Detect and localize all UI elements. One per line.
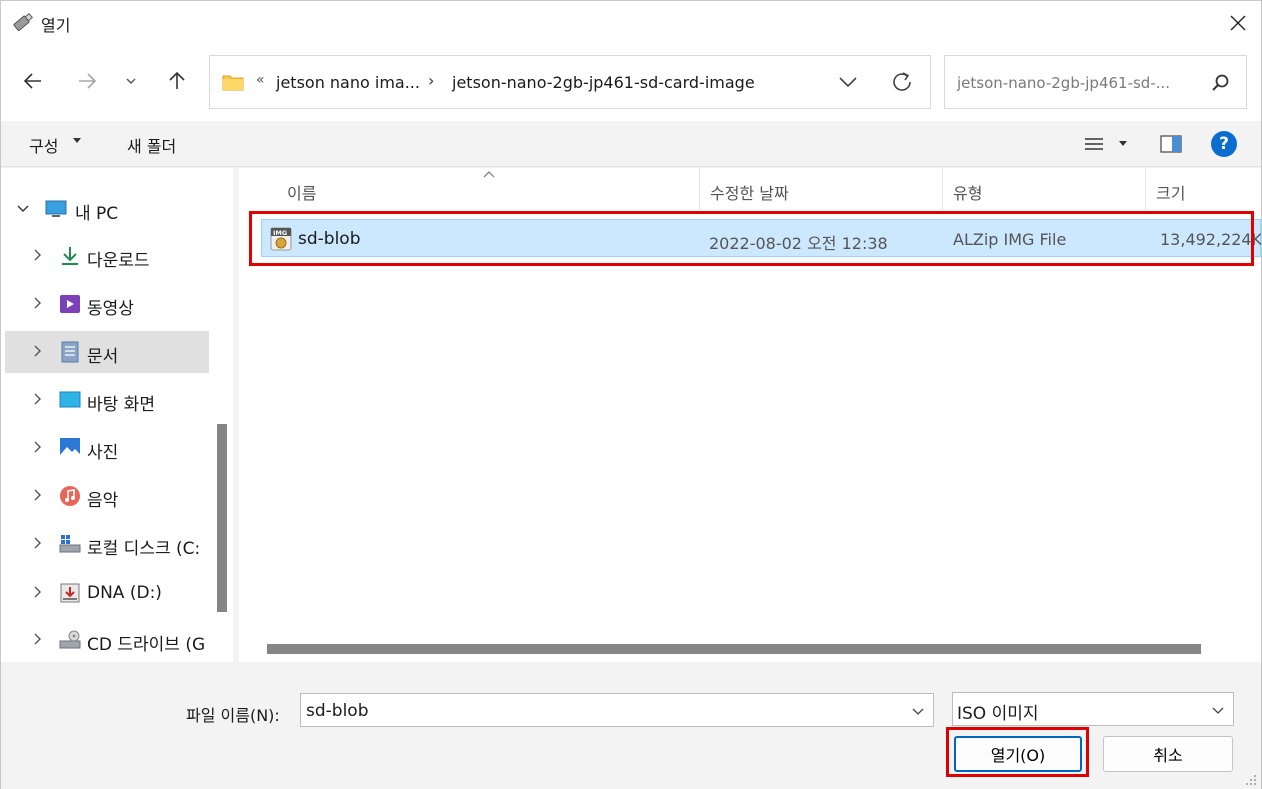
sidebar-item-label: 내 PC bbox=[75, 204, 119, 224]
column-divider[interactable] bbox=[699, 168, 700, 210]
sidebar-item-local-disk-c[interactable]: 로컬 디스크 (C: bbox=[5, 523, 209, 565]
desktop-icon bbox=[59, 391, 81, 408]
chevron-right-icon[interactable] bbox=[29, 584, 45, 600]
sidebar-item-label: 음악 bbox=[87, 491, 119, 511]
forward-button[interactable] bbox=[69, 63, 105, 99]
breadcrumb-overflow[interactable]: « bbox=[256, 72, 265, 88]
sidebar-item-label: CD 드라이브 (G bbox=[87, 635, 206, 655]
breadcrumb-separator[interactable]: › bbox=[428, 71, 434, 90]
sidebar-item-label: 문서 bbox=[87, 347, 119, 367]
cancel-button[interactable]: 취소 bbox=[1103, 736, 1233, 772]
document-icon bbox=[61, 341, 79, 363]
highlight-box bbox=[946, 727, 1089, 777]
back-button[interactable] bbox=[15, 63, 51, 99]
chevron-right-icon[interactable] bbox=[29, 391, 45, 407]
chevron-right-icon[interactable] bbox=[29, 631, 45, 647]
download-icon bbox=[62, 247, 78, 265]
filetype-select[interactable]: ISO 이미지 bbox=[952, 692, 1234, 726]
recent-locations-button[interactable] bbox=[113, 63, 149, 99]
address-bar[interactable]: « jetson nano ima... › jetson-nano-2gb-j… bbox=[209, 55, 931, 109]
search-icon bbox=[1212, 74, 1229, 91]
sidebar-item-music[interactable]: 음악 bbox=[5, 475, 209, 517]
organize-button[interactable]: 구성 bbox=[29, 133, 58, 157]
sidebar-item-this-pc[interactable]: 내 PC bbox=[5, 188, 209, 230]
navigation-bar: « jetson nano ima... › jetson-nano-2gb-j… bbox=[1, 45, 1261, 121]
local-disk-icon bbox=[59, 535, 81, 553]
navigation-pane: 내 PC 다운로드 동영상 문서 바탕 화면 사진 음악 로컬 디스크 (C: … bbox=[1, 168, 233, 662]
filename-field[interactable]: sd-blob bbox=[300, 693, 934, 727]
chevron-down-icon[interactable] bbox=[836, 70, 860, 94]
highlight-box bbox=[249, 211, 1254, 266]
refresh-icon[interactable] bbox=[888, 68, 916, 96]
breadcrumb-item-current[interactable]: jetson-nano-2gb-jp461-sd-card-image bbox=[452, 73, 755, 92]
chevron-right-icon[interactable] bbox=[29, 295, 45, 311]
chevron-right-icon[interactable] bbox=[29, 247, 45, 263]
column-divider[interactable] bbox=[1145, 168, 1146, 210]
help-button[interactable]: ? bbox=[1211, 131, 1237, 157]
chevron-right-icon[interactable] bbox=[29, 487, 45, 503]
command-bar: 구성 새 폴더 ? bbox=[1, 121, 1261, 167]
chevron-right-icon[interactable] bbox=[29, 439, 45, 455]
chevron-down-icon bbox=[1212, 707, 1224, 714]
music-icon bbox=[60, 486, 80, 506]
caret-down-icon[interactable] bbox=[73, 138, 81, 143]
new-folder-button[interactable]: 새 폴더 bbox=[127, 133, 176, 157]
usb-drive-icon bbox=[13, 12, 33, 31]
sidebar-item-label: 다운로드 bbox=[87, 251, 150, 271]
sidebar-item-videos[interactable]: 동영상 bbox=[5, 283, 209, 325]
video-icon bbox=[60, 295, 80, 313]
sidebar-scrollbar-thumb[interactable] bbox=[217, 424, 227, 612]
drive-icon bbox=[60, 583, 80, 603]
chevron-down-icon[interactable] bbox=[15, 200, 31, 216]
sidebar-item-downloads[interactable]: 다운로드 bbox=[5, 235, 209, 277]
breadcrumb-item[interactable]: jetson nano ima... bbox=[276, 73, 420, 92]
column-divider[interactable] bbox=[942, 168, 943, 210]
open-file-dialog: 열기 « jetson nano ima... › jetson-nano-2g… bbox=[0, 0, 1262, 789]
sort-ascending-icon bbox=[483, 171, 495, 178]
close-icon bbox=[1230, 15, 1246, 31]
caret-down-icon[interactable] bbox=[1119, 141, 1127, 146]
title-bar: 열기 bbox=[1, 1, 1261, 45]
sidebar-item-label: 바탕 화면 bbox=[87, 395, 155, 415]
search-input[interactable]: jetson-nano-2gb-jp461-sd-... bbox=[944, 55, 1247, 109]
sidebar-item-label: 사진 bbox=[87, 443, 119, 463]
preview-pane-icon[interactable] bbox=[1159, 133, 1183, 155]
search-placeholder: jetson-nano-2gb-jp461-sd-... bbox=[957, 74, 1171, 92]
sidebar-item-drive-d[interactable]: DNA (D:) bbox=[5, 572, 209, 614]
computer-icon bbox=[45, 200, 67, 217]
chevron-down-icon[interactable] bbox=[911, 704, 925, 718]
sidebar-item-pictures[interactable]: 사진 bbox=[5, 427, 209, 469]
chevron-right-icon[interactable] bbox=[29, 343, 45, 359]
filename-label: 파일 이름(N): bbox=[186, 706, 280, 725]
horizontal-scrollbar-thumb[interactable] bbox=[267, 644, 1201, 654]
filename-value[interactable]: sd-blob bbox=[306, 701, 369, 721]
arrow-left-icon bbox=[23, 73, 41, 89]
sidebar-item-desktop[interactable]: 바탕 화면 bbox=[5, 379, 209, 421]
cd-drive-icon bbox=[59, 630, 81, 649]
chevron-right-icon[interactable] bbox=[29, 535, 45, 551]
close-button[interactable] bbox=[1215, 1, 1261, 45]
folder-icon bbox=[222, 75, 244, 91]
sidebar-item-cd-drive-g[interactable]: CD 드라이브 (G bbox=[5, 619, 209, 661]
arrow-up-icon bbox=[169, 71, 185, 89]
chevron-down-icon bbox=[126, 78, 136, 84]
up-button[interactable] bbox=[159, 63, 195, 99]
list-view-icon[interactable] bbox=[1083, 133, 1105, 155]
sidebar-item-label: 동영상 bbox=[87, 299, 134, 319]
sidebar-item-label: 로컬 디스크 (C: bbox=[87, 539, 201, 559]
sidebar-item-label: DNA (D:) bbox=[87, 583, 162, 603]
arrow-right-icon bbox=[79, 73, 97, 89]
pictures-icon bbox=[60, 438, 80, 458]
window-title: 열기 bbox=[41, 16, 71, 35]
resize-grip-icon[interactable] bbox=[1245, 774, 1257, 786]
filetype-value: ISO 이미지 bbox=[957, 704, 1039, 724]
sidebar-item-documents[interactable]: 문서 bbox=[5, 331, 209, 373]
